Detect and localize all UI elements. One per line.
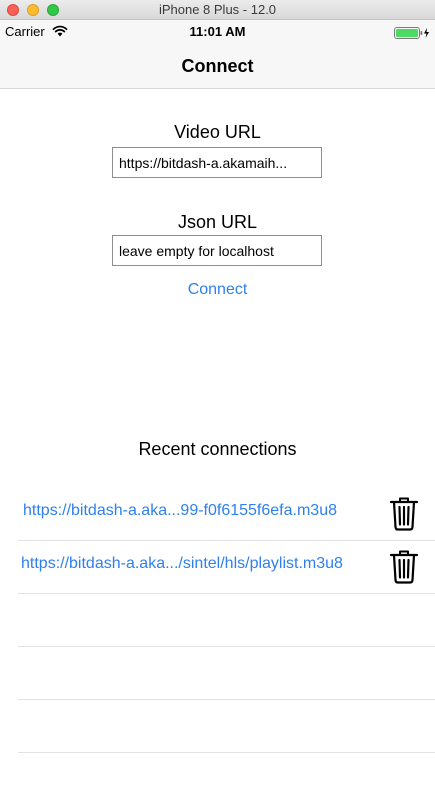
trash-icon[interactable] <box>389 550 419 584</box>
battery-charging-icon <box>394 27 429 39</box>
window-titlebar: iPhone 8 Plus - 12.0 <box>0 0 435 20</box>
trash-icon[interactable] <box>389 497 419 531</box>
window-title: iPhone 8 Plus - 12.0 <box>158 2 277 17</box>
navigation-bar: Connect <box>0 44 435 89</box>
list-item-empty <box>18 647 435 700</box>
list-item: https://bitdash-a.aka...99-f0f6155f6efa.… <box>18 488 435 541</box>
recent-connections-title: Recent connections <box>138 439 297 459</box>
connect-button[interactable]: Connect <box>0 281 435 299</box>
json-url-input[interactable] <box>112 235 322 266</box>
video-url-label: Video URL <box>174 122 261 142</box>
list-item: https://bitdash-a.aka.../sintel/hls/play… <box>18 541 435 594</box>
json-url-label: Json URL <box>177 212 258 232</box>
recent-connection-link[interactable]: https://bitdash-a.aka...99-f0f6155f6efa.… <box>23 502 337 520</box>
status-bar: Carrier 11:01 AM <box>0 20 435 44</box>
recent-connections-list: https://bitdash-a.aka...99-f0f6155f6efa.… <box>0 488 435 753</box>
recent-connection-link[interactable]: https://bitdash-a.aka.../sintel/hls/play… <box>21 555 343 573</box>
list-item-empty <box>18 594 435 647</box>
status-time: 11:01 AM <box>189 24 246 39</box>
video-url-input[interactable] <box>112 147 322 178</box>
page-title: Connect <box>181 56 254 76</box>
list-item-empty <box>18 700 435 753</box>
